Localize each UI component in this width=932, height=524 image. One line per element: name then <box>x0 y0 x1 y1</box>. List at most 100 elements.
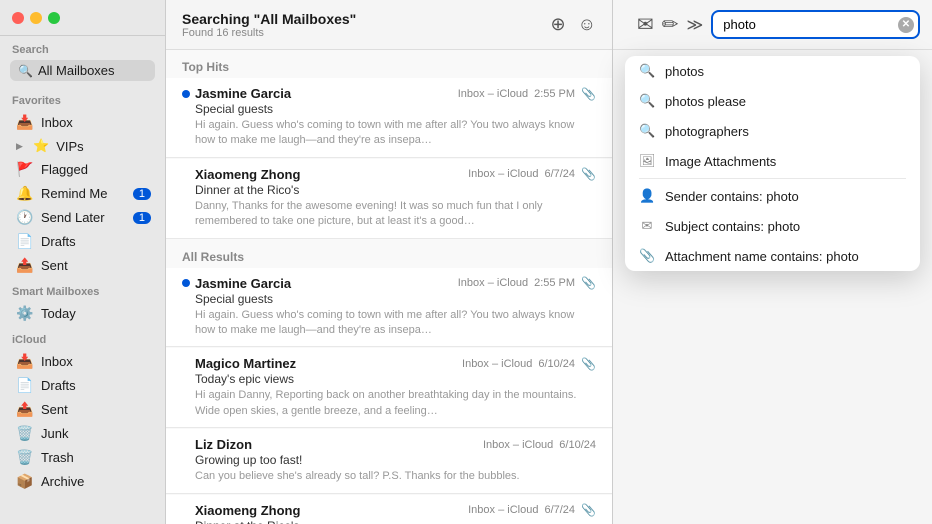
archive-icon: 📦 <box>16 473 34 490</box>
sidebar-flagged-label: Flagged <box>41 162 151 177</box>
mail-item[interactable]: Xiaomeng Zhong Inbox – iCloud 6/7/24 📎 D… <box>166 495 612 524</box>
unread-dot <box>182 279 190 287</box>
send-later-badge: 1 <box>133 212 151 224</box>
mail-meta: Inbox – iCloud 2:55 PM 📎 <box>458 87 596 101</box>
autocomplete-item-photos-please[interactable]: 🔍 photos please <box>625 86 920 116</box>
mailbox-label: Inbox – iCloud <box>458 88 528 100</box>
mail-subject: Special guests <box>182 102 596 116</box>
mail-meta: Inbox – iCloud 6/10/24 📎 <box>462 357 596 371</box>
mail-meta: Inbox – iCloud 6/7/24 📎 <box>468 503 596 517</box>
sidebar-scroll: Search 🔍 All Mailboxes Favorites 📥 Inbox… <box>0 36 165 524</box>
mail-item[interactable]: Liz Dizon Inbox – iCloud 6/10/24 Growing… <box>166 429 612 493</box>
sidebar-icloud-trash-label: Trash <box>41 450 151 465</box>
toolbar-top: ✉ ✏ ≫ ✕ <box>613 0 932 50</box>
trash-icon: 🗑️ <box>16 449 34 466</box>
mail-preview: Hi again. Guess who's coming to town wit… <box>182 118 596 149</box>
mail-item-header: Xiaomeng Zhong Inbox – iCloud 6/7/24 📎 <box>182 167 596 182</box>
mail-sender-row: Liz Dizon <box>182 437 483 452</box>
sidebar-search-box[interactable]: 🔍 All Mailboxes <box>10 60 155 81</box>
envelope-icon: ✉ <box>639 218 655 234</box>
app-window: Search 🔍 All Mailboxes Favorites 📥 Inbox… <box>0 0 932 524</box>
mail-item[interactable]: Xiaomeng Zhong Inbox – iCloud 6/7/24 📎 D… <box>166 159 612 239</box>
sidebar-item-icloud-inbox[interactable]: 📥 Inbox <box>4 350 161 373</box>
sidebar-item-icloud-trash[interactable]: 🗑️ Trash <box>4 446 161 469</box>
paperclip-icon: 📎 <box>639 248 655 264</box>
mailbox-label: Inbox – iCloud <box>468 168 538 180</box>
mail-sender-row: Xiaomeng Zhong <box>182 503 468 518</box>
autocomplete-item-image-attachments[interactable]: 🖼 Image Attachments <box>625 146 920 176</box>
icloud-sent-icon: 📤 <box>16 401 34 418</box>
mail-item[interactable]: Jasmine Garcia Inbox – iCloud 2:55 PM 📎 … <box>166 78 612 158</box>
autocomplete-text: photographers <box>665 124 906 139</box>
mail-time: 2:55 PM <box>534 277 575 289</box>
autocomplete-item-attachment-name[interactable]: 📎 Attachment name contains: photo <box>625 241 920 271</box>
sidebar-item-icloud-archive[interactable]: 📦 Archive <box>4 470 161 493</box>
search-icon: 🔍 <box>639 123 655 139</box>
sidebar-item-vips[interactable]: ▶ ⭐ VIPs <box>4 135 161 157</box>
sidebar-item-today[interactable]: ⚙️ Today <box>4 302 161 325</box>
sidebar-item-icloud-drafts[interactable]: 📄 Drafts <box>4 374 161 397</box>
sidebar-item-drafts[interactable]: 📄 Drafts <box>4 230 161 253</box>
compose-button[interactable]: ✉ <box>637 12 654 37</box>
sidebar-item-send-later[interactable]: 🕐 Send Later 1 <box>4 206 161 229</box>
person-icon: 👤 <box>639 188 655 204</box>
sidebar: Search 🔍 All Mailboxes Favorites 📥 Inbox… <box>0 0 166 524</box>
sidebar-icloud-drafts-label: Drafts <box>41 378 151 393</box>
all-mailboxes-label: All Mailboxes <box>38 63 115 78</box>
autocomplete-item-sender[interactable]: 👤 Sender contains: photo <box>625 181 920 211</box>
attachment-icon: 📎 <box>581 503 596 517</box>
autocomplete-dropdown: 🔍 photos 🔍 photos please 🔍 photographers… <box>625 56 920 271</box>
search-input[interactable] <box>711 10 920 39</box>
mail-subject: Growing up too fast! <box>182 453 596 467</box>
icloud-label: iCloud <box>0 326 165 349</box>
add-button[interactable]: ⊕ <box>551 14 566 35</box>
sidebar-item-inbox[interactable]: 📥 Inbox <box>4 111 161 134</box>
autocomplete-item-photographers[interactable]: 🔍 photographers <box>625 116 920 146</box>
autocomplete-item-photos[interactable]: 🔍 photos <box>625 56 920 86</box>
minimize-button[interactable] <box>30 12 42 24</box>
icloud-drafts-icon: 📄 <box>16 377 34 394</box>
sidebar-icloud-junk-label: Junk <box>41 426 151 441</box>
sidebar-item-icloud-junk[interactable]: 🗑️ Junk <box>4 422 161 445</box>
chevron-right-icon: ▶ <box>16 141 26 152</box>
mail-sender-row: Magico Martinez <box>182 356 462 371</box>
image-icon: 🖼 <box>639 153 655 169</box>
autocomplete-item-subject[interactable]: ✉ Subject contains: photo <box>625 211 920 241</box>
sidebar-search-section: Search 🔍 All Mailboxes <box>0 36 165 87</box>
search-clear-button[interactable]: ✕ <box>898 17 914 33</box>
sidebar-item-sent[interactable]: 📤 Sent <box>4 254 161 277</box>
mail-sender-row: Jasmine Garcia <box>182 276 458 291</box>
smart-mailboxes-label: Smart Mailboxes <box>0 278 165 301</box>
mail-meta: Inbox – iCloud 6/7/24 📎 <box>468 167 596 181</box>
flag-icon: 🚩 <box>16 161 34 178</box>
app-body: Search 🔍 All Mailboxes Favorites 📥 Inbox… <box>0 0 932 524</box>
mail-time: 6/10/24 <box>559 439 596 451</box>
sidebar-sent-label: Sent <box>41 258 151 273</box>
maximize-button[interactable] <box>48 12 60 24</box>
bell-icon: 🔔 <box>16 185 34 202</box>
close-button[interactable] <box>12 12 24 24</box>
main-title-area: Searching "All Mailboxes" Found 16 resul… <box>182 11 551 39</box>
mail-time: 6/10/24 <box>538 358 575 370</box>
filter-button[interactable]: ☺ <box>578 14 596 35</box>
mail-item[interactable]: Jasmine Garcia Inbox – iCloud 2:55 PM 📎 … <box>166 268 612 348</box>
mail-item[interactable]: Magico Martinez Inbox – iCloud 6/10/24 📎… <box>166 348 612 428</box>
mailbox-label: Inbox – iCloud <box>458 277 528 289</box>
all-results-header: All Results <box>166 240 612 268</box>
new-note-button[interactable]: ✏ <box>662 12 679 37</box>
attachment-icon: 📎 <box>581 87 596 101</box>
mail-time: 6/7/24 <box>544 168 575 180</box>
search-container: ✕ <box>711 10 920 39</box>
mailbox-label: Inbox – iCloud <box>483 439 553 451</box>
sidebar-item-flagged[interactable]: 🚩 Flagged <box>4 158 161 181</box>
main-title: Searching "All Mailboxes" <box>182 11 551 27</box>
mailbox-label: Inbox – iCloud <box>468 504 538 516</box>
mail-sender-row: Xiaomeng Zhong <box>182 167 468 182</box>
sidebar-item-icloud-sent[interactable]: 📤 Sent <box>4 398 161 421</box>
mail-sender: Liz Dizon <box>195 437 252 452</box>
show-more-button[interactable]: ≫ <box>687 15 704 35</box>
inbox-icon: 📥 <box>16 114 34 131</box>
sidebar-item-remind-me[interactable]: 🔔 Remind Me 1 <box>4 182 161 205</box>
clock-icon: 🕐 <box>16 209 34 226</box>
today-icon: ⚙️ <box>16 305 34 322</box>
